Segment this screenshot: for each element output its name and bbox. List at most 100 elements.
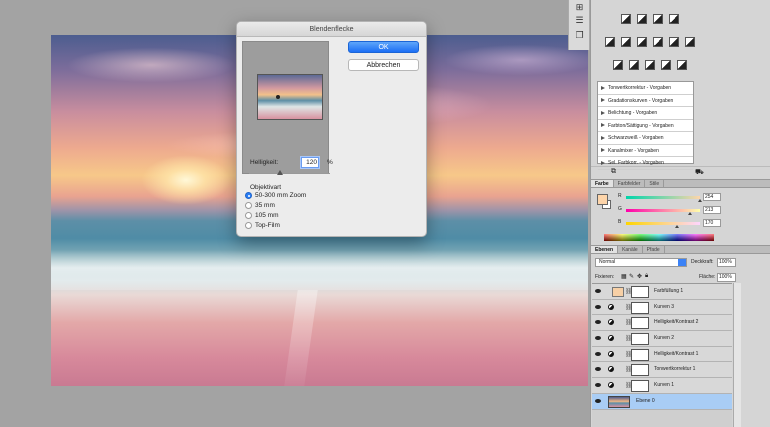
levels-icon[interactable] bbox=[637, 14, 647, 24]
properties-icon[interactable]: ☰ bbox=[574, 15, 585, 25]
layer-row[interactable]: ⛓ Kurven 3 bbox=[592, 299, 732, 316]
photo-filter-icon[interactable] bbox=[669, 37, 679, 47]
brightness-slider-thumb[interactable] bbox=[277, 170, 283, 175]
layer-row[interactable]: ⛓ Farbfüllung 1 bbox=[592, 284, 732, 300]
truck-icon[interactable]: ⛟ bbox=[695, 168, 704, 177]
preset-item[interactable]: Tonwertkorrektur - Vorgaben bbox=[598, 82, 693, 95]
blue-slider[interactable] bbox=[626, 222, 700, 225]
preset-item[interactable]: Belichtung - Vorgaben bbox=[598, 107, 693, 120]
tab-layers[interactable]: Ebenen bbox=[591, 246, 619, 253]
gradient-map-icon[interactable] bbox=[661, 60, 671, 70]
layers-scrollbar[interactable] bbox=[733, 283, 741, 427]
brightness-input[interactable]: 120 bbox=[301, 157, 319, 168]
curves-icon[interactable] bbox=[653, 14, 663, 24]
flare-preview-thumbnail[interactable] bbox=[257, 74, 323, 120]
blue-value-input[interactable]: 170 bbox=[703, 219, 721, 227]
layer-name: Kurven 2 bbox=[654, 335, 675, 342]
green-value-input[interactable]: 213 bbox=[703, 206, 721, 214]
layer-row[interactable]: ⛓ Helligkeit/Kontrast 1 bbox=[592, 346, 732, 363]
layer-mask-thumbnail[interactable] bbox=[631, 333, 649, 346]
vibrance-icon[interactable] bbox=[605, 37, 615, 47]
red-value-input[interactable]: 254 bbox=[703, 193, 721, 201]
lock-position-icon[interactable]: ✥ bbox=[637, 273, 642, 280]
tab-swatches[interactable]: Farbfelder bbox=[614, 180, 646, 187]
layer-name: Helligkeit/Kontrast 1 bbox=[654, 350, 699, 357]
layer-row-selected[interactable]: Ebene 0 bbox=[592, 393, 732, 410]
layer-mask-thumbnail[interactable] bbox=[631, 364, 649, 377]
brightness-slider-track[interactable] bbox=[249, 173, 330, 174]
selective-color-icon[interactable] bbox=[677, 60, 687, 70]
panel-icon-strip: ⊞ ☰ ❐ bbox=[568, 0, 590, 50]
fill-input[interactable]: 100% bbox=[717, 273, 736, 282]
lock-brush-icon[interactable]: ✎ bbox=[629, 273, 634, 280]
opacity-input[interactable]: 100% bbox=[717, 258, 736, 267]
lens-option-row[interactable]: 105 mm bbox=[245, 210, 278, 220]
clip-icon[interactable]: ⧉ bbox=[611, 168, 616, 176]
layer-mask-thumbnail[interactable] bbox=[631, 286, 649, 298]
layer-mask-thumbnail[interactable] bbox=[631, 317, 649, 330]
eye-icon[interactable] bbox=[595, 383, 601, 388]
preset-item[interactable]: Schwarzweiß - Vorgaben bbox=[598, 132, 693, 145]
lock-pixels-icon[interactable]: ▦ bbox=[621, 273, 627, 280]
preset-item[interactable]: Gradationskurven - Vorgaben bbox=[598, 95, 693, 107]
preset-item[interactable]: Farbton/Sättigung - Vorgaben bbox=[598, 120, 693, 132]
channel-mixer-icon[interactable] bbox=[685, 37, 695, 47]
layer-row[interactable]: ⛓ Kurven 2 bbox=[592, 331, 732, 347]
preset-item[interactable]: Kanalmixer - Vorgaben bbox=[598, 145, 693, 157]
eye-icon[interactable] bbox=[595, 351, 601, 356]
color-balance-icon[interactable] bbox=[637, 37, 647, 47]
brightness-contrast-icon[interactable] bbox=[621, 14, 631, 24]
ok-button[interactable]: OK bbox=[348, 41, 419, 53]
red-slider[interactable] bbox=[626, 196, 700, 199]
tab-color[interactable]: Farbe bbox=[591, 180, 614, 187]
eye-icon[interactable] bbox=[595, 398, 601, 403]
eye-icon[interactable] bbox=[595, 320, 601, 325]
lock-label: Fixieren: bbox=[595, 274, 615, 280]
history-icon[interactable]: ⊞ bbox=[574, 2, 585, 12]
eye-icon[interactable] bbox=[595, 367, 601, 372]
tab-styles[interactable]: Stile bbox=[645, 180, 665, 187]
layer-name: Kurven 1 bbox=[654, 382, 675, 389]
threshold-icon[interactable] bbox=[645, 60, 655, 70]
exposure-icon[interactable] bbox=[669, 14, 679, 24]
lens-option-row[interactable]: 50-300 mm Zoom bbox=[245, 190, 306, 200]
black-white-icon[interactable] bbox=[653, 37, 663, 47]
cancel-button[interactable]: Abbrechen bbox=[348, 59, 419, 71]
layer-mask-thumbnail[interactable] bbox=[631, 301, 649, 314]
invert-icon[interactable] bbox=[613, 60, 623, 70]
tab-paths[interactable]: Pfade bbox=[643, 246, 665, 253]
radio-unselected[interactable] bbox=[245, 221, 252, 229]
photo-wave-foam bbox=[51, 250, 588, 290]
layer-row[interactable]: ⛓ Tonwertkorrektur 1 bbox=[592, 362, 732, 379]
lock-all-icon[interactable]: 🔒︎ bbox=[645, 273, 648, 280]
eye-icon[interactable] bbox=[595, 304, 601, 309]
eye-icon[interactable] bbox=[595, 289, 601, 293]
expand-arrow-icon bbox=[601, 85, 605, 90]
copy-icon[interactable]: ❐ bbox=[574, 30, 585, 40]
layer-row[interactable]: ⛓ Helligkeit/Kontrast 2 bbox=[592, 315, 732, 332]
flare-preview-area[interactable] bbox=[242, 41, 329, 174]
adjustment-layer-icon bbox=[608, 303, 614, 310]
radio-selected[interactable] bbox=[245, 191, 252, 199]
radio-unselected[interactable] bbox=[245, 211, 252, 219]
red-slider-thumb[interactable] bbox=[698, 199, 702, 202]
brightness-label: Helligkeit: bbox=[250, 159, 279, 166]
expand-arrow-icon bbox=[601, 123, 605, 128]
layer-mask-thumbnail[interactable] bbox=[631, 348, 649, 361]
photo-sun bbox=[141, 155, 231, 205]
hue-saturation-icon[interactable] bbox=[621, 37, 631, 47]
layer-mask-thumbnail[interactable] bbox=[631, 380, 649, 393]
foreground-color-swatch[interactable] bbox=[597, 194, 608, 205]
radio-unselected[interactable] bbox=[245, 201, 252, 209]
eye-icon[interactable] bbox=[595, 336, 601, 341]
lens-option-row[interactable]: Top-Film bbox=[245, 220, 280, 230]
layer-row[interactable]: ⛓ Kurven 1 bbox=[592, 378, 732, 394]
blue-slider-thumb[interactable] bbox=[675, 225, 679, 228]
posterize-icon[interactable] bbox=[629, 60, 639, 70]
adjustments-panel: Tonwertkorrektur - Vorgaben Gradationsku… bbox=[591, 0, 770, 178]
color-spectrum-bar[interactable] bbox=[604, 234, 714, 241]
green-slider-thumb[interactable] bbox=[688, 212, 692, 215]
lens-option-row[interactable]: 35 mm bbox=[245, 200, 275, 210]
tab-channels[interactable]: Kanäle bbox=[618, 246, 643, 253]
blend-mode-select[interactable]: Normal bbox=[595, 258, 687, 267]
